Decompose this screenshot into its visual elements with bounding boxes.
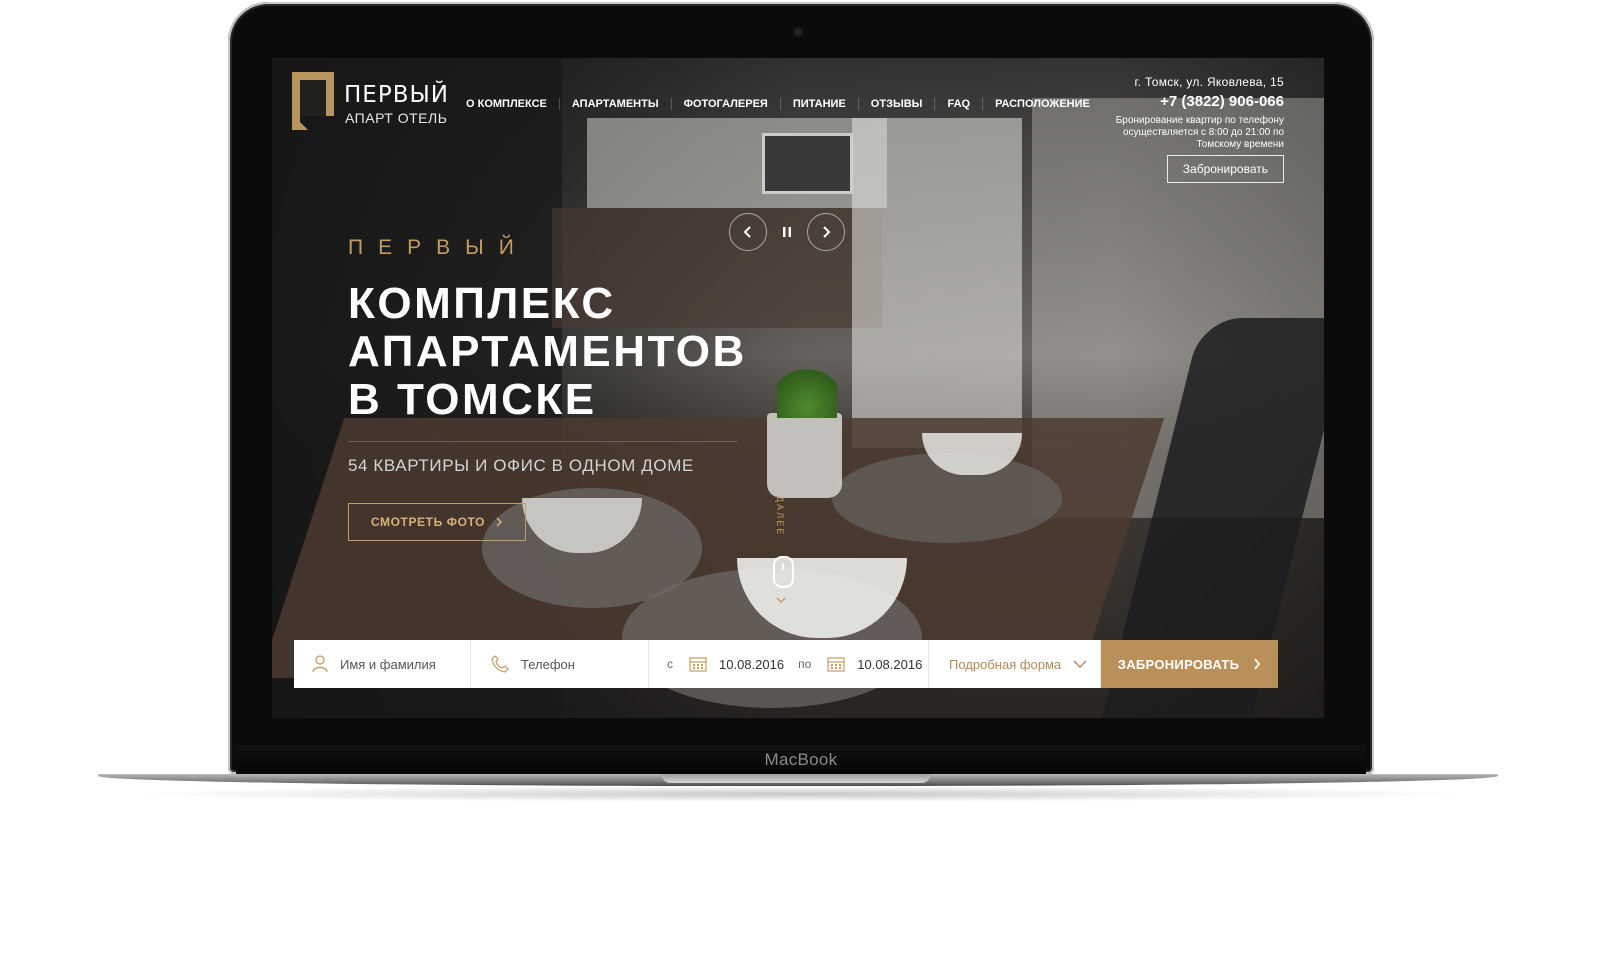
main-nav: О КОМПЛЕКСЕ АПАРТАМЕНТЫ ФОТОГАЛЕРЕЯ ПИТА… [462, 98, 1102, 110]
arrow-right-icon [823, 226, 831, 238]
slider-controls [729, 213, 845, 251]
website-screen: ПЕРВЫЙ АПАРТ ОТЕЛЬ О КОМПЛЕКСЕ АПАРТАМЕН… [272, 58, 1324, 718]
phone-icon [491, 655, 509, 673]
slider-prev-button[interactable] [729, 213, 767, 251]
view-photos-label: СМОТРЕТЬ ФОТО [370, 515, 486, 529]
device-brand: MacBook [764, 750, 838, 769]
slider-next-button[interactable] [807, 213, 845, 251]
submit-booking-button[interactable]: ЗАБРОНИРОВАТЬ [1101, 640, 1278, 688]
scroll-down-hint[interactable]: ДАЛЕЕ [769, 496, 799, 606]
logo-mark-icon [292, 72, 334, 130]
header-contact: г. Томск, ул. Яковлева, 15 +7 (3822) 906… [1084, 75, 1284, 183]
date-from-label: с [667, 657, 673, 671]
header-book-button[interactable]: Забронировать [1166, 155, 1284, 183]
phone-field[interactable]: Телефон [471, 640, 649, 688]
name-placeholder: Имя и фамилия [340, 656, 436, 672]
logo-title: ПЕРВЫЙ [344, 82, 449, 108]
name-field[interactable]: Имя и фамилия [294, 640, 471, 688]
hero-subtitle: 54 КВАРТИРЫ И ОФИС В ОДНОМ ДОМЕ [348, 456, 694, 475]
chevron-down-icon [1073, 660, 1087, 669]
pause-icon [783, 227, 791, 237]
chevron-right-icon [495, 517, 503, 527]
camera-icon [794, 28, 802, 36]
detailed-form-label: Подробная форма [949, 656, 1062, 672]
booking-form: Имя и фамилия Телефон с 10.08.2016 по 10… [294, 640, 1278, 688]
address-text: г. Томск, ул. Яковлева, 15 [1134, 75, 1284, 89]
mouse-icon [773, 556, 794, 588]
photo-plant [777, 363, 837, 418]
user-icon [312, 655, 328, 673]
photo-plant-pot [767, 413, 842, 498]
date-to-value[interactable]: 10.08.2016 [857, 657, 922, 672]
date-to-label: по [798, 657, 812, 671]
calendar-icon[interactable] [689, 656, 707, 672]
slider-pause-button[interactable] [767, 225, 807, 239]
photo-fridge [852, 118, 1022, 448]
nav-item-faq[interactable]: FAQ [934, 98, 982, 110]
nav-item-gallery[interactable]: ФОТОГАЛЕРЕЯ [670, 98, 780, 110]
photo-microwave [762, 133, 853, 194]
nav-item-reviews[interactable]: ОТЗЫВЫ [857, 98, 935, 110]
booking-hours-text: Бронирование квартир по телефону осущест… [1115, 115, 1284, 150]
chevron-right-icon [1254, 658, 1261, 670]
submit-booking-label: ЗАБРОНИРОВАТЬ [1117, 656, 1240, 672]
nav-item-food[interactable]: ПИТАНИЕ [779, 98, 858, 110]
chevron-down-icon [776, 597, 786, 604]
phone-placeholder: Телефон [521, 656, 575, 672]
laptop-notch [662, 774, 930, 783]
hero-divider [348, 441, 738, 442]
arrow-left-icon [743, 226, 751, 238]
detailed-form-toggle[interactable]: Подробная форма [929, 640, 1101, 688]
logo-subtitle: АПАРТ ОТЕЛЬ [345, 110, 448, 126]
date-from-value[interactable]: 10.08.2016 [719, 657, 784, 672]
nav-item-about[interactable]: О КОМПЛЕКСЕ [462, 98, 559, 110]
view-photos-button[interactable]: СМОТРЕТЬ ФОТО [348, 503, 526, 541]
laptop-shadow [120, 786, 1480, 802]
date-range: с 10.08.2016 по 10.08.2016 [649, 640, 929, 688]
calendar-icon[interactable] [827, 656, 845, 672]
hero-kicker: ПЕРВЫЙ [348, 236, 529, 259]
nav-item-apartments[interactable]: АПАРТАМЕНТЫ [558, 98, 671, 110]
hero-title: КОМПЛЕКС АПАРТАМЕНТОВ В ТОМСКЕ [348, 279, 747, 424]
scroll-label: ДАЛЕЕ [775, 496, 785, 537]
phone-link[interactable]: +7 (3822) 906-066 [1084, 93, 1284, 111]
